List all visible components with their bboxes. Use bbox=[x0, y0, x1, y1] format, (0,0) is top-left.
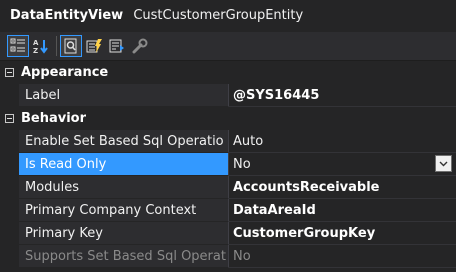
category-label: Appearance bbox=[21, 65, 109, 80]
property-row-supports-set-based-sql[interactable]: Supports Set Based Sql Operat No bbox=[0, 245, 456, 268]
property-name: Supports Set Based Sql Operat bbox=[19, 245, 229, 268]
property-pages-button[interactable] bbox=[106, 35, 128, 57]
property-value[interactable]: AccountsReceivable bbox=[229, 176, 456, 199]
collapse-toggle[interactable] bbox=[0, 61, 19, 84]
property-name: Enable Set Based Sql Operatio bbox=[19, 130, 229, 153]
properties-window: DataEntityView CustCustomerGroupEntity A… bbox=[0, 0, 456, 272]
properties-header: DataEntityView CustCustomerGroupEntity bbox=[0, 0, 456, 32]
row-gutter bbox=[0, 199, 19, 222]
alphabetical-button[interactable]: A Z bbox=[30, 35, 52, 57]
property-row-label[interactable]: Label @SYS16445 bbox=[0, 84, 456, 107]
property-value[interactable]: Auto bbox=[229, 130, 456, 153]
category-row-behavior[interactable]: Behavior bbox=[0, 107, 456, 130]
property-row-primary-company-context[interactable]: Primary Company Context DataAreaId bbox=[0, 199, 456, 222]
property-pages-icon bbox=[109, 39, 124, 53]
property-grid: Appearance Label @SYS16445 Behavior Enab… bbox=[0, 61, 456, 268]
object-type-label: DataEntityView bbox=[10, 8, 124, 23]
property-name: Is Read Only bbox=[19, 153, 229, 176]
collapse-icon bbox=[5, 114, 14, 123]
property-value: No bbox=[229, 245, 456, 268]
svg-text:Z: Z bbox=[33, 47, 38, 54]
properties-icon bbox=[64, 38, 77, 54]
category-row-appearance[interactable]: Appearance bbox=[0, 61, 456, 84]
property-name: Primary Company Context bbox=[19, 199, 229, 222]
wrench-button[interactable] bbox=[129, 35, 151, 57]
property-value-dropdown[interactable]: No bbox=[229, 153, 456, 176]
collapse-toggle[interactable] bbox=[0, 107, 19, 130]
property-value[interactable]: @SYS16445 bbox=[229, 84, 456, 107]
row-gutter bbox=[0, 130, 19, 153]
property-value[interactable]: CustomerGroupKey bbox=[229, 222, 456, 245]
object-name-label: CustCustomerGroupEntity bbox=[133, 8, 304, 23]
property-name: Modules bbox=[19, 176, 229, 199]
property-value[interactable]: DataAreaId bbox=[229, 199, 456, 222]
toolbar-separator bbox=[56, 36, 57, 56]
events-icon bbox=[86, 39, 102, 53]
row-gutter bbox=[0, 176, 19, 199]
dropdown-button[interactable] bbox=[435, 155, 452, 172]
property-row-primary-key[interactable]: Primary Key CustomerGroupKey bbox=[0, 222, 456, 245]
events-button[interactable] bbox=[83, 35, 105, 57]
properties-button[interactable] bbox=[60, 35, 82, 57]
categorized-button[interactable] bbox=[7, 35, 29, 57]
collapse-icon bbox=[5, 68, 14, 77]
wrench-icon bbox=[132, 38, 148, 54]
property-name: Primary Key bbox=[19, 222, 229, 245]
property-row-is-read-only[interactable]: Is Read Only No bbox=[0, 153, 456, 176]
property-row-enable-set-based-sql[interactable]: Enable Set Based Sql Operatio Auto bbox=[0, 130, 456, 153]
categorized-icon bbox=[10, 38, 25, 52]
property-row-modules[interactable]: Modules AccountsReceivable bbox=[0, 176, 456, 199]
property-value: No bbox=[233, 157, 251, 172]
category-label: Behavior bbox=[21, 111, 87, 126]
alphabetical-sort-icon: A Z bbox=[33, 39, 48, 54]
property-name: Label bbox=[19, 84, 229, 107]
properties-toolbar: A Z bbox=[0, 32, 456, 61]
row-gutter bbox=[0, 245, 19, 268]
row-gutter bbox=[0, 153, 19, 176]
row-gutter bbox=[0, 222, 19, 245]
row-gutter bbox=[0, 84, 19, 107]
svg-text:A: A bbox=[33, 39, 39, 47]
chevron-down-icon bbox=[439, 161, 448, 166]
